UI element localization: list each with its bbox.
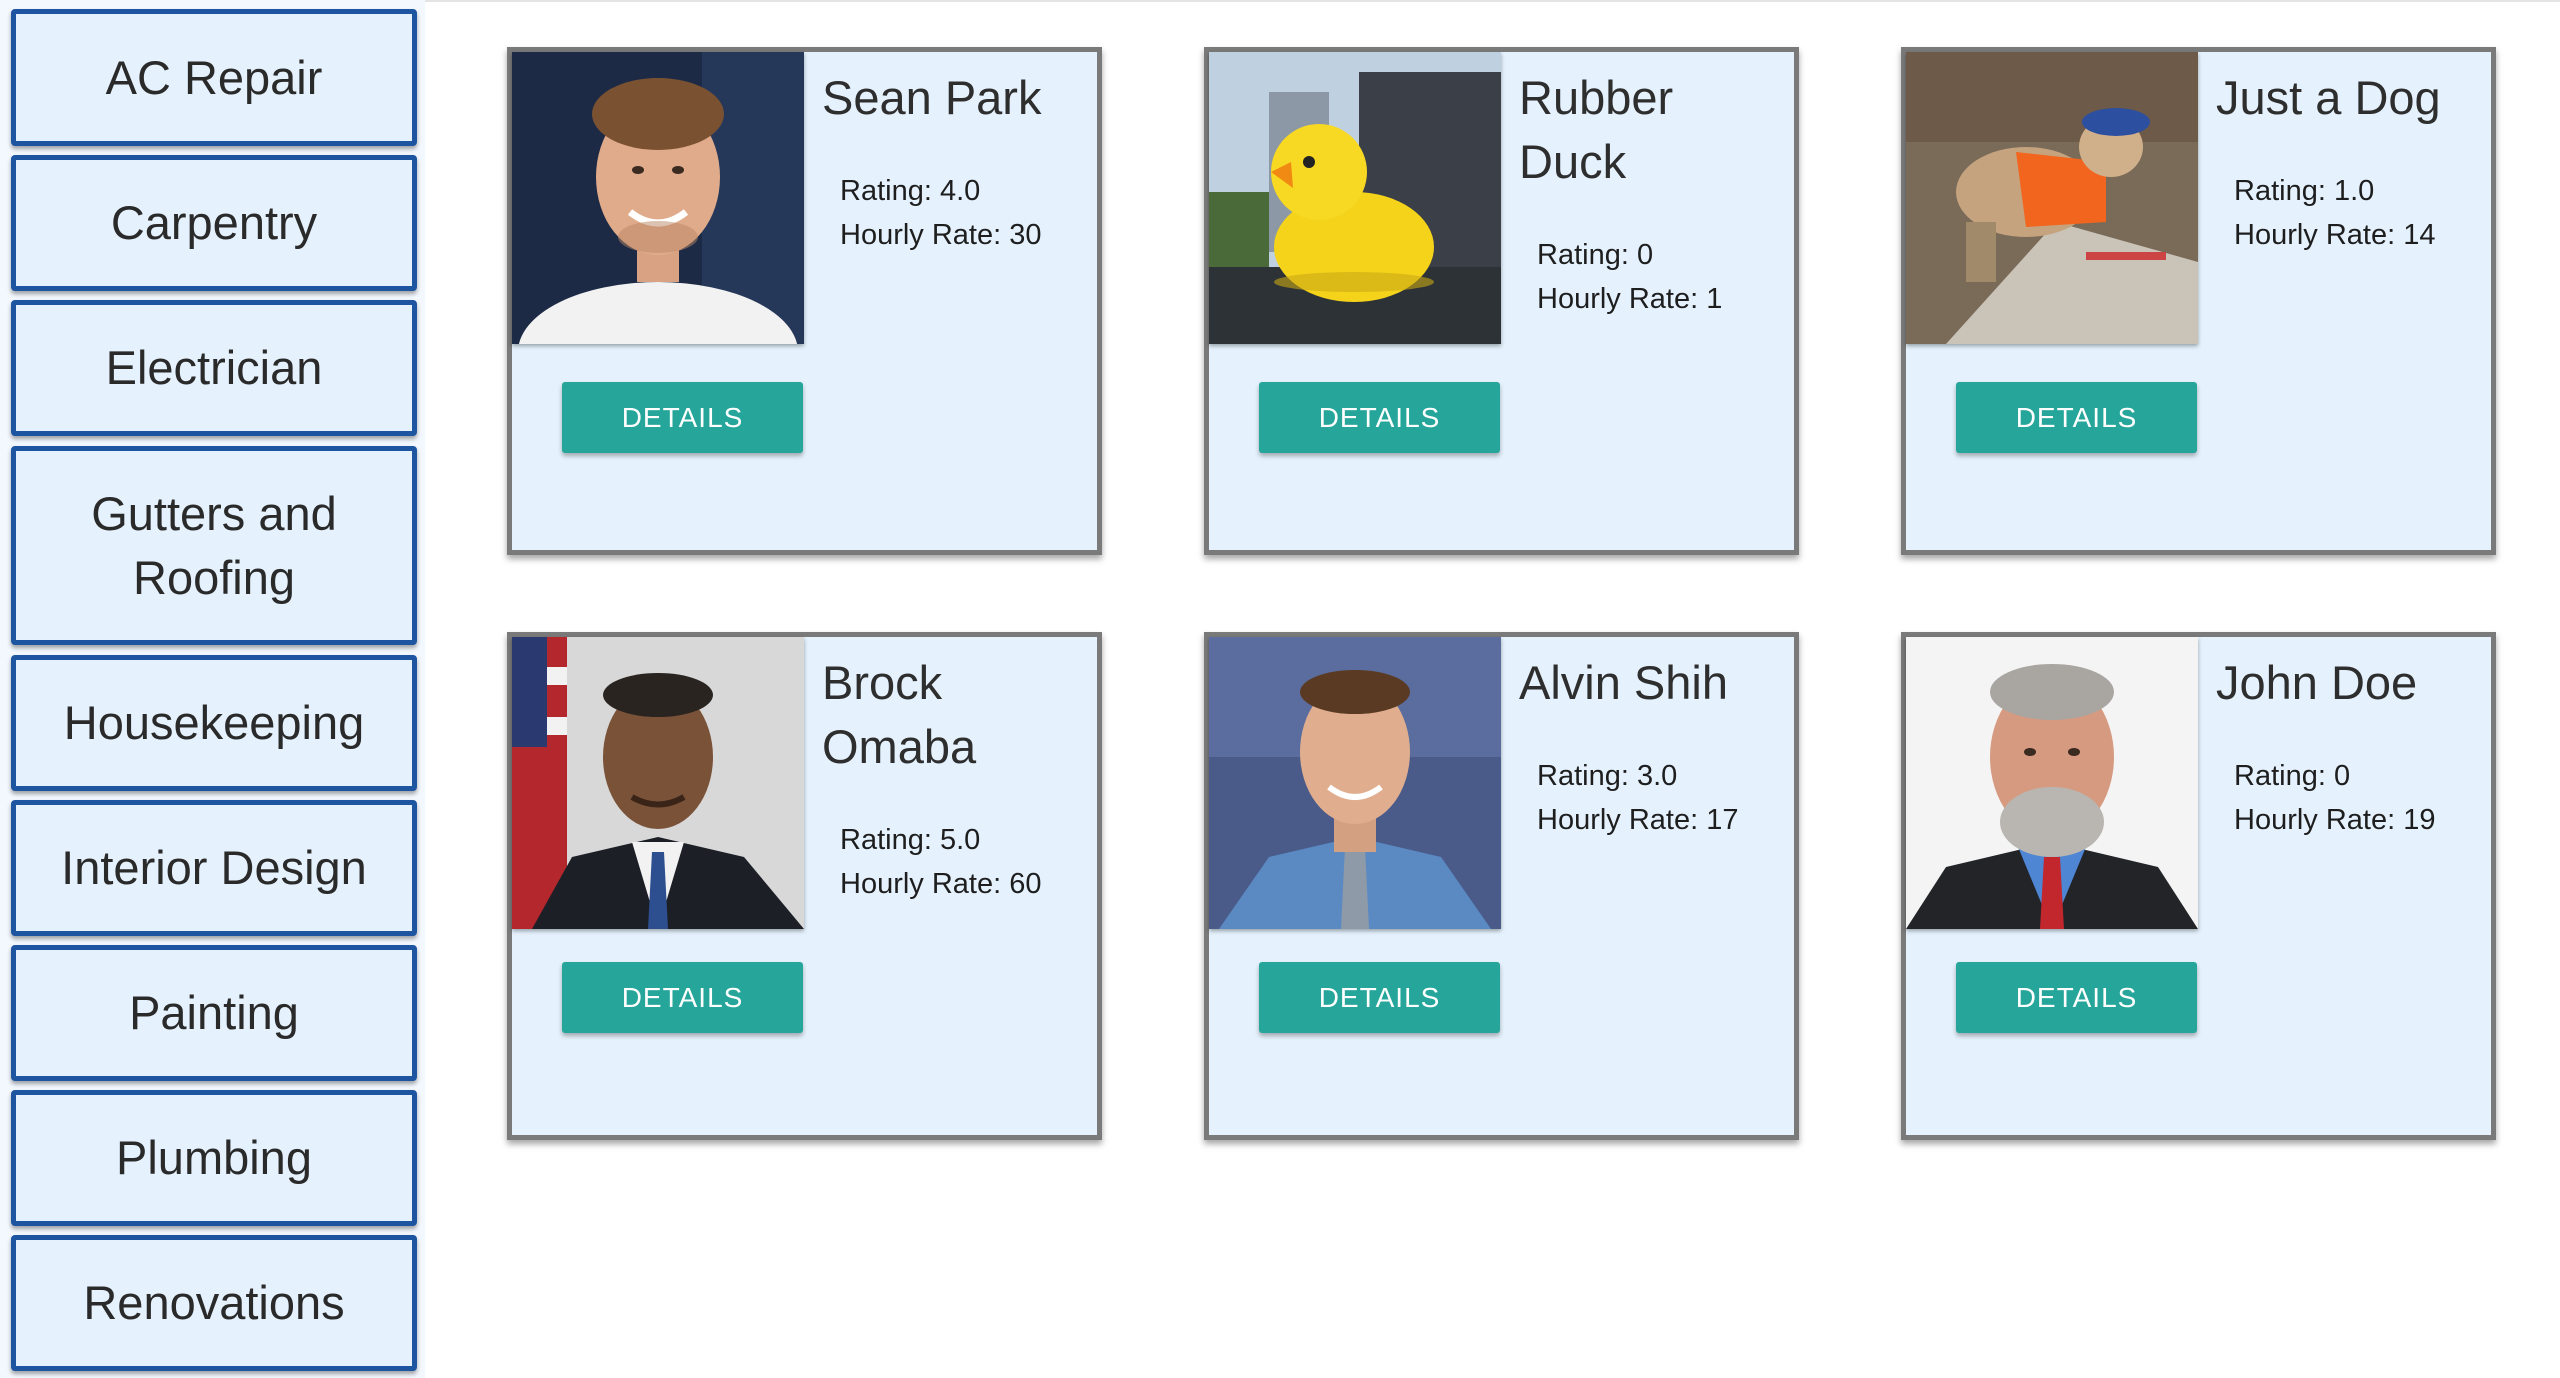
provider-photo — [512, 637, 804, 929]
rating-line: Rating: 0 — [2234, 754, 2436, 798]
provider-photo — [1209, 637, 1501, 929]
rate-value: 19 — [2403, 804, 2436, 836]
details-button[interactable]: DETAILS — [1259, 962, 1500, 1033]
details-button[interactable]: DETAILS — [1956, 962, 2197, 1033]
details-button[interactable]: DETAILS — [562, 962, 803, 1033]
rate-line: Hourly Rate: 1 — [1537, 277, 1722, 321]
rating-value: 4.0 — [939, 175, 981, 207]
rating-label: Rating: — [1537, 760, 1629, 792]
rate-value: 1 — [1706, 283, 1723, 315]
rating-value: 5.0 — [939, 824, 981, 856]
rating-label: Rating: — [840, 824, 932, 856]
provider-name: Alvin Shih — [1519, 656, 1728, 709]
rating-line: Rating: 1.0 — [2234, 169, 2436, 213]
rate-line: Hourly Rate: 60 — [840, 862, 1042, 906]
provider-stats: Rating: 4.0 Hourly Rate: 30 — [840, 169, 1042, 257]
rating-line: Rating: 3.0 — [1537, 754, 1739, 798]
provider-stats: Rating: 0 Hourly Rate: 1 — [1537, 233, 1722, 321]
provider-card: Brock Omaba Rating: 5.0 Hourly Rate: 60 … — [507, 632, 1102, 1140]
category-plumbing[interactable]: Plumbing — [11, 1090, 417, 1226]
provider-card: Rubber Duck Rating: 0 Hourly Rate: 1 DET… — [1204, 47, 1799, 555]
rate-label: Hourly Rate: — [2234, 219, 2396, 251]
provider-card: Sean Park Rating: 4.0 Hourly Rate: 30 DE… — [507, 47, 1102, 555]
category-carpentry[interactable]: Carpentry — [11, 155, 417, 291]
rating-value: 3.0 — [1636, 760, 1678, 792]
category-gutters-and-roofing[interactable]: Gutters and Roofing — [11, 446, 417, 645]
rate-value: 17 — [1706, 804, 1739, 836]
provider-photo — [512, 52, 804, 344]
rating-label: Rating: — [2234, 175, 2326, 207]
category-painting[interactable]: Painting — [11, 945, 417, 1081]
rating-value: 0 — [1636, 239, 1654, 271]
rate-value: 14 — [2403, 219, 2436, 251]
provider-name: Sean Park — [822, 71, 1042, 124]
rate-line: Hourly Rate: 14 — [2234, 213, 2436, 257]
category-renovations[interactable]: Renovations — [11, 1235, 417, 1371]
provider-name: Rubber Duck — [1519, 71, 1674, 188]
rating-label: Rating: — [1537, 239, 1629, 271]
rate-label: Hourly Rate: — [1537, 804, 1699, 836]
details-button[interactable]: DETAILS — [1259, 382, 1500, 453]
provider-stats: Rating: 3.0 Hourly Rate: 17 — [1537, 754, 1739, 842]
provider-stats: Rating: 1.0 Hourly Rate: 14 — [2234, 169, 2436, 257]
rating-value: 1.0 — [2333, 175, 2375, 207]
rate-line: Hourly Rate: 17 — [1537, 798, 1739, 842]
provider-name: John Doe — [2216, 656, 2418, 709]
rating-line: Rating: 5.0 — [840, 818, 1042, 862]
provider-photo — [1209, 52, 1501, 344]
provider-name: Just a Dog — [2216, 71, 2441, 124]
details-button[interactable]: DETAILS — [562, 382, 803, 453]
provider-photo — [1906, 637, 2198, 929]
category-electrician[interactable]: Electrician — [11, 300, 417, 436]
provider-card: John Doe Rating: 0 Hourly Rate: 19 DETAI… — [1901, 632, 2496, 1140]
rate-label: Hourly Rate: — [1537, 283, 1699, 315]
rate-label: Hourly Rate: — [840, 868, 1002, 900]
category-ac-repair[interactable]: AC Repair — [11, 9, 417, 146]
provider-stats: Rating: 0 Hourly Rate: 19 — [2234, 754, 2436, 842]
rate-label: Hourly Rate: — [840, 219, 1002, 251]
rating-label: Rating: — [2234, 760, 2326, 792]
rating-value: 0 — [2333, 760, 2351, 792]
rate-value: 60 — [1009, 868, 1042, 900]
rate-value: 30 — [1009, 219, 1042, 251]
rate-line: Hourly Rate: 30 — [840, 213, 1042, 257]
category-housekeeping[interactable]: Housekeeping — [11, 655, 417, 791]
details-button[interactable]: DETAILS — [1956, 382, 2197, 453]
provider-card: Alvin Shih Rating: 3.0 Hourly Rate: 17 D… — [1204, 632, 1799, 1140]
rating-label: Rating: — [840, 175, 932, 207]
rating-line: Rating: 0 — [1537, 233, 1722, 277]
rating-line: Rating: 4.0 — [840, 169, 1042, 213]
category-sidebar: AC Repair Carpentry Electrician Gutters … — [0, 0, 425, 1378]
provider-stats: Rating: 5.0 Hourly Rate: 60 — [840, 818, 1042, 906]
provider-photo — [1906, 52, 2198, 344]
rate-line: Hourly Rate: 19 — [2234, 798, 2436, 842]
rate-label: Hourly Rate: — [2234, 804, 2396, 836]
provider-name: Brock Omaba — [822, 656, 977, 773]
category-interior-design[interactable]: Interior Design — [11, 800, 417, 936]
provider-card: Just a Dog Rating: 1.0 Hourly Rate: 14 D… — [1901, 47, 2496, 555]
